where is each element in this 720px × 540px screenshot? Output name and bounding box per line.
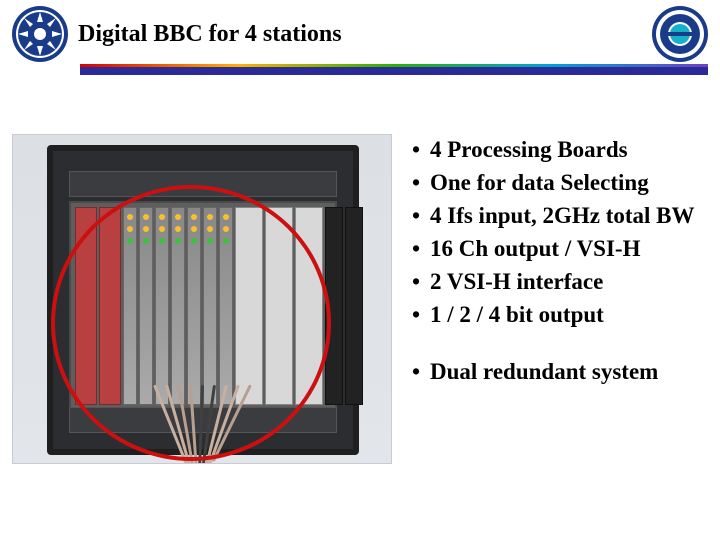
header-rule [80, 64, 708, 74]
bullet-item: Dual redundant system [408, 356, 708, 387]
logo-right [650, 4, 710, 64]
equipment-photo [12, 134, 392, 464]
title-wrap: Digital BBC for 4 stations [70, 21, 650, 48]
bullet-list: 4 Processing Boards One for data Selecti… [408, 134, 708, 389]
bullet-item: One for data Selecting [408, 167, 708, 198]
bullet-item: 4 Processing Boards [408, 134, 708, 165]
bullet-item: 4 Ifs input, 2GHz total BW [408, 200, 708, 231]
bullet-item: 16 Ch output / VSI-H [408, 233, 708, 264]
slide-content: 4 Processing Boards One for data Selecti… [0, 134, 720, 464]
bullet-item: 1 / 2 / 4 bit output [408, 299, 708, 330]
bullet-item: 2 VSI-H interface [408, 266, 708, 297]
slide-title: Digital BBC for 4 stations [78, 21, 650, 48]
logo-left [10, 4, 70, 64]
slide-header: Digital BBC for 4 stations [0, 0, 720, 64]
cables [143, 385, 283, 464]
